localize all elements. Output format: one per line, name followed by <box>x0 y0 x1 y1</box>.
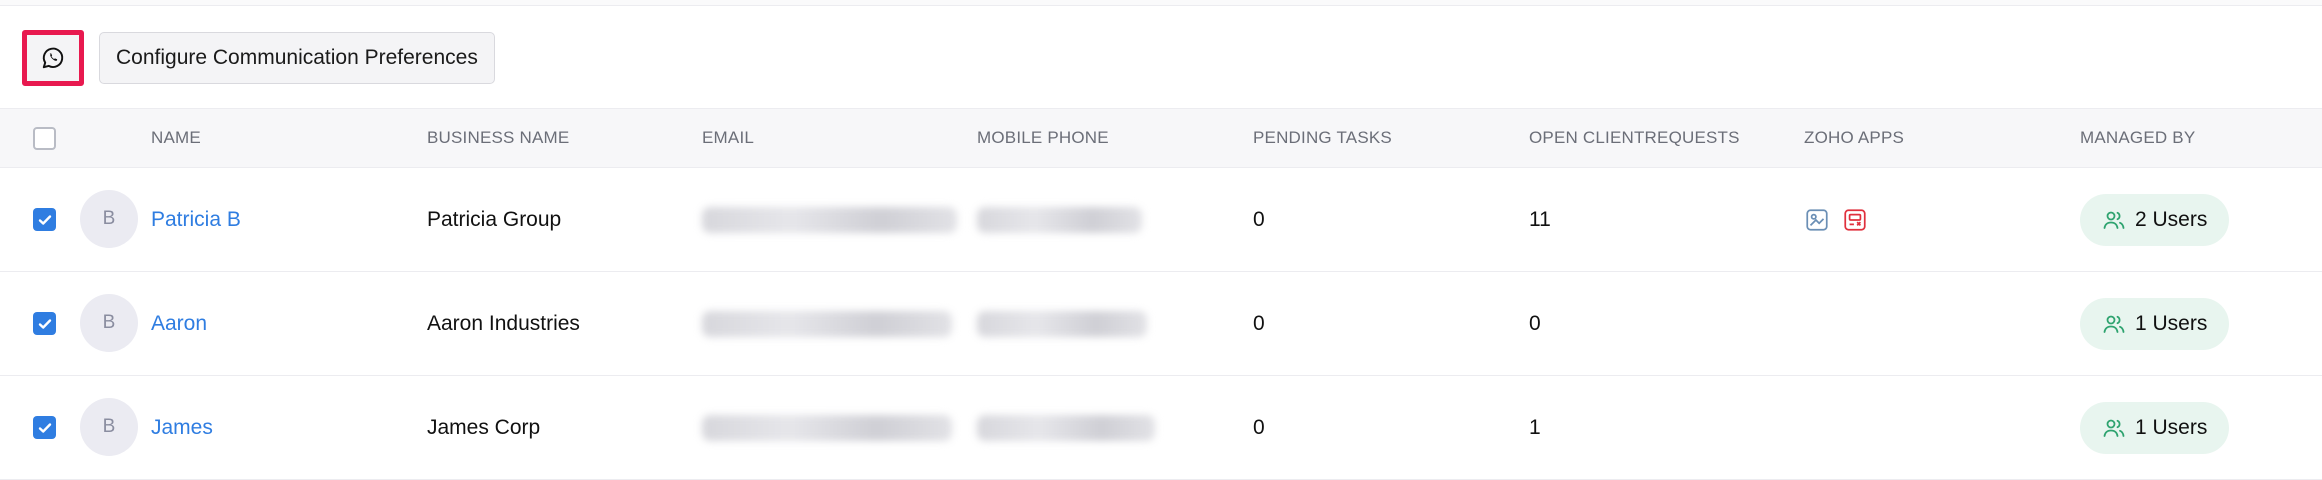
whatsapp-icon <box>42 47 64 69</box>
redacted-email <box>702 310 952 337</box>
toolbar: Configure Communication Preferences <box>22 30 495 86</box>
phone-cell <box>977 272 1147 375</box>
table-row[interactable]: B James James Corp 0 1 1 Users <box>0 376 2322 480</box>
open-client-requests: 1 <box>1529 415 1541 439</box>
managed-by-label: 1 Users <box>2135 415 2208 439</box>
email-cell <box>702 272 952 375</box>
business-name: Aaron Industries <box>427 311 580 335</box>
open-client-requests: 0 <box>1529 311 1541 335</box>
business-name: James Corp <box>427 415 541 439</box>
managed-by-users-button[interactable]: 1 Users <box>2080 297 2230 350</box>
email-cell <box>702 168 957 271</box>
managed-by-cell: 1 Users <box>2080 376 2230 479</box>
users-icon <box>2103 211 2125 229</box>
table-row[interactable]: B Aaron Aaron Industries 0 0 1 Users <box>0 272 2322 376</box>
header-managed-by: MANAGED BY <box>2080 128 2196 147</box>
check-icon <box>38 422 51 433</box>
avatar: B <box>80 190 138 248</box>
managed-by-users-button[interactable]: 1 Users <box>2080 401 2230 454</box>
header-pending-tasks[interactable]: PENDING TASKS <box>1253 109 1392 167</box>
pending-tasks: 0 <box>1253 311 1265 335</box>
select-all-checkbox[interactable] <box>33 126 56 150</box>
header-business-name[interactable]: BUSINESS NAME <box>427 109 569 167</box>
table-header: NAME BUSINESS NAME EMAIL MOBILE PHONE PE… <box>0 108 2322 168</box>
header-zoho-apps: ZOHO APPS <box>1804 128 1905 147</box>
header-email[interactable]: EMAIL <box>702 109 754 167</box>
managed-by-cell: 1 Users <box>2080 272 2230 375</box>
zoho-app-icon[interactable] <box>1804 207 1830 233</box>
avatar: B <box>80 294 138 352</box>
select-all-cell <box>33 109 56 167</box>
client-name-link[interactable]: Aaron <box>151 312 207 336</box>
users-icon <box>2103 315 2125 333</box>
row-select-cell <box>33 168 56 271</box>
managed-by-label: 2 Users <box>2135 207 2208 231</box>
pending-tasks: 0 <box>1253 415 1265 439</box>
email-cell <box>702 376 952 479</box>
avatar: B <box>80 398 138 456</box>
pending-tasks: 0 <box>1253 207 1265 231</box>
row-checkbox[interactable] <box>33 416 56 439</box>
business-name: Patricia Group <box>427 207 562 231</box>
managed-by-label: 1 Users <box>2135 311 2208 335</box>
client-name-link[interactable]: James <box>151 416 213 440</box>
row-checkbox[interactable] <box>33 312 56 335</box>
phone-cell <box>977 376 1155 479</box>
redacted-email <box>702 414 952 441</box>
header-open-client-requests[interactable]: OPEN CLIENTREQUESTS <box>1529 109 1740 167</box>
header-name[interactable]: NAME <box>151 109 201 167</box>
redacted-phone <box>977 310 1147 337</box>
table-row[interactable]: B Patricia B Patricia Group 0 11 2 Users <box>0 168 2322 272</box>
redacted-phone <box>977 206 1142 233</box>
configure-communication-preferences-button[interactable]: Configure Communication Preferences <box>99 32 495 84</box>
redacted-email <box>702 206 957 233</box>
zoho-apps-cell <box>1804 168 1868 271</box>
zoho-app-icon-red[interactable] <box>1842 207 1868 233</box>
row-select-cell <box>33 376 56 479</box>
row-select-cell <box>33 272 56 375</box>
row-checkbox[interactable] <box>33 208 56 231</box>
clients-table: NAME BUSINESS NAME EMAIL MOBILE PHONE PE… <box>0 108 2322 480</box>
managed-by-users-button[interactable]: 2 Users <box>2080 193 2230 246</box>
check-icon <box>38 214 51 225</box>
phone-cell <box>977 168 1142 271</box>
redacted-phone <box>977 414 1155 441</box>
header-mobile-phone[interactable]: MOBILE PHONE <box>977 109 1109 167</box>
top-divider <box>0 0 2322 6</box>
check-icon <box>38 318 51 329</box>
users-icon <box>2103 419 2125 437</box>
client-name-link[interactable]: Patricia B <box>151 208 241 232</box>
managed-by-cell: 2 Users <box>2080 168 2230 271</box>
open-client-requests: 11 <box>1529 207 1551 231</box>
whatsapp-button[interactable] <box>22 30 84 86</box>
